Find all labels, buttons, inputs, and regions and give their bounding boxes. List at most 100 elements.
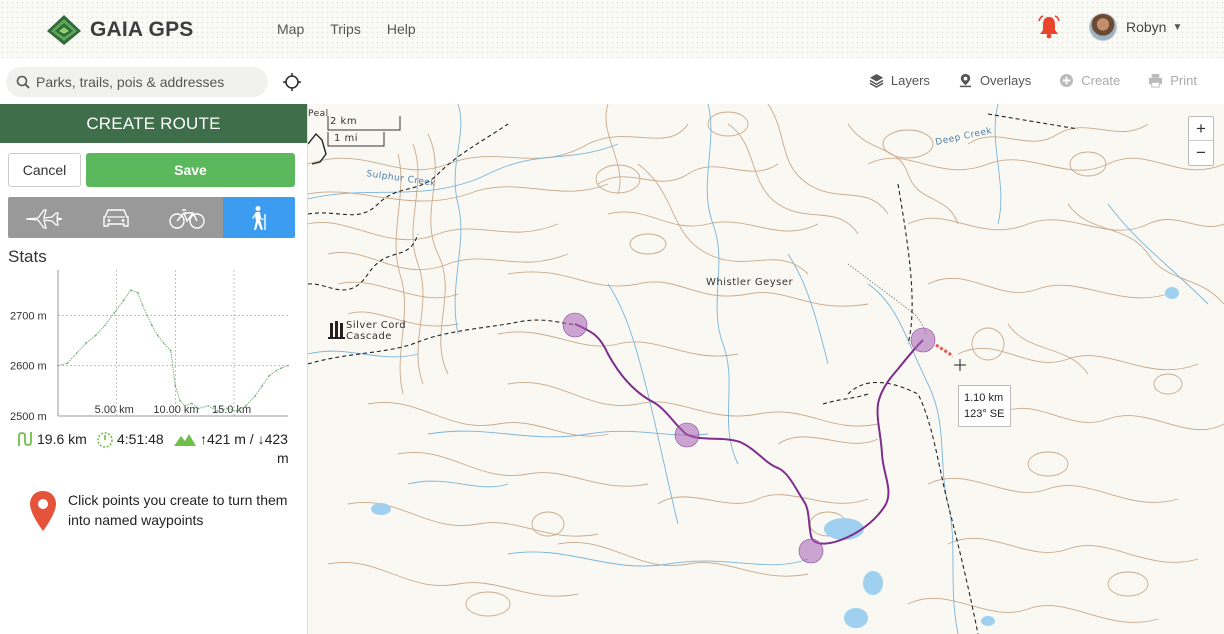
mode-hiking[interactable] — [223, 197, 295, 238]
cancel-button[interactable]: Cancel — [8, 153, 81, 187]
waypoint[interactable] — [562, 312, 588, 338]
elevation-point — [190, 402, 193, 405]
elevation-point — [57, 364, 59, 367]
mode-car[interactable] — [79, 197, 152, 238]
panel-actions: Cancel Save — [8, 153, 295, 187]
map-canvas[interactable]: Whistler Geyser Silver Cord Cascade Sulp… — [308, 104, 1224, 634]
timer-icon — [97, 432, 113, 448]
app-root: GAIA GPS Map Trips Help Robyn ▼ Parks, t… — [0, 0, 1224, 634]
map-toolbar: Layers Overlays Create — [0, 58, 1224, 104]
waypoint[interactable] — [910, 327, 936, 353]
lakes — [371, 287, 1179, 628]
tooltip-distance: 1.10 km — [964, 392, 1004, 404]
distance-value: 19.6 km — [37, 431, 87, 447]
elevation-point — [162, 342, 165, 344]
elevation-point — [141, 304, 144, 307]
overlays-label: Overlays — [979, 73, 1032, 88]
mode-straight-line[interactable] — [8, 197, 80, 238]
crosshair-cursor-icon — [954, 359, 966, 371]
elevation-point — [261, 384, 264, 387]
elevation-point — [268, 374, 271, 377]
plane-icon — [25, 208, 63, 229]
mode-bike[interactable] — [151, 197, 224, 238]
time-value: 4:51:48 — [117, 431, 164, 447]
elevation-point — [66, 362, 69, 365]
brand-logo[interactable]: GAIA GPS — [46, 14, 194, 46]
elevation-point — [235, 410, 238, 412]
create-button[interactable]: Create — [1059, 73, 1120, 88]
layers-icon — [869, 73, 884, 88]
user-menu[interactable]: Robyn ▼ — [1089, 13, 1182, 41]
layers-label: Layers — [890, 73, 930, 88]
search-input[interactable] — [36, 74, 256, 90]
hint-text: Click points you create to turn them int… — [68, 492, 288, 528]
nav-help[interactable]: Help — [387, 21, 416, 37]
hiker-icon — [252, 205, 266, 230]
elevation-point — [150, 324, 153, 327]
elevation-point — [197, 407, 200, 410]
elevation-point — [85, 342, 88, 344]
chart-y-tick-label: 2700 m — [10, 310, 47, 322]
elevation-point — [113, 311, 116, 314]
plus-circle-icon — [1060, 73, 1074, 88]
print-button[interactable]: Print — [1148, 73, 1197, 88]
main-nav: Map Trips Help — [277, 21, 416, 37]
overlays-button[interactable]: Overlays — [958, 73, 1031, 88]
search-icon — [16, 75, 30, 89]
route-line — [574, 323, 924, 545]
tooltip-bearing: 123° SE — [964, 408, 1005, 420]
chart-y-tick-label: 2600 m — [10, 361, 47, 373]
layers-button[interactable]: Layers — [869, 73, 930, 88]
poi-label-silver-cord-2: Cascade — [346, 331, 392, 342]
elevation-point — [254, 394, 257, 397]
elevation-point — [75, 352, 78, 354]
print-label: Print — [1170, 73, 1197, 88]
brand-name: GAIA GPS — [90, 18, 194, 41]
elevation-point — [244, 405, 247, 407]
zoom-out-button[interactable]: − — [1189, 141, 1213, 165]
car-icon — [102, 208, 129, 227]
elevation-point — [179, 399, 181, 402]
chart-y-tick-label: 2500 m — [10, 411, 47, 423]
elevation-profile-chart: 2700 m2600 m2500 m5.00 km 10.00 km 15.0 km — [10, 270, 289, 423]
zoom-control: + − — [1188, 116, 1214, 166]
scale-mi: 1 mi — [334, 133, 359, 144]
road — [308, 132, 327, 165]
elevation-point — [174, 384, 177, 387]
overlays-pin-icon — [959, 73, 972, 88]
route-waypoints[interactable] — [562, 312, 936, 564]
printer-icon — [1149, 73, 1163, 88]
elevation-point — [169, 349, 172, 352]
elevation-point — [122, 299, 125, 302]
waypoint-hint: Click points you create to turn them int… — [28, 490, 288, 532]
elevation-point — [287, 364, 289, 367]
map-marker-icon — [30, 491, 56, 531]
elevation-point — [226, 407, 228, 410]
elevation-stat: ↑421 m / ↓423 — [173, 430, 288, 448]
nav-trips[interactable]: Trips — [330, 21, 361, 37]
contour-rings — [465, 111, 1183, 617]
elevation-point — [104, 324, 106, 327]
nav-map[interactable]: Map — [277, 21, 304, 37]
peak-label: Peal — [308, 109, 329, 119]
scale-km: 2 km — [330, 116, 358, 127]
elevation-point — [280, 367, 282, 370]
create-route-panel: CREATE ROUTE Cancel Save Stats 2700 m 26… — [0, 104, 308, 634]
waypoint[interactable] — [674, 422, 700, 448]
waterfall-icon — [328, 321, 345, 339]
elevation-unit: m — [277, 450, 289, 466]
active-segment — [935, 343, 954, 358]
geyser-drainage — [847, 263, 927, 335]
elevation-point — [156, 334, 159, 337]
topo-basemap — [308, 104, 1224, 634]
locate-me-icon[interactable] — [282, 72, 302, 92]
elevation-point — [129, 289, 132, 292]
elevation-value: ↑421 m / ↓423 — [200, 431, 288, 447]
notification-bell-icon[interactable] — [1038, 15, 1060, 39]
chevron-down-icon: ▼ — [1172, 21, 1183, 33]
mountain-icon — [174, 434, 196, 446]
zoom-in-button[interactable]: + — [1189, 117, 1213, 141]
elevation-point — [275, 369, 278, 372]
save-button[interactable]: Save — [86, 153, 295, 187]
waypoint[interactable] — [798, 538, 824, 564]
